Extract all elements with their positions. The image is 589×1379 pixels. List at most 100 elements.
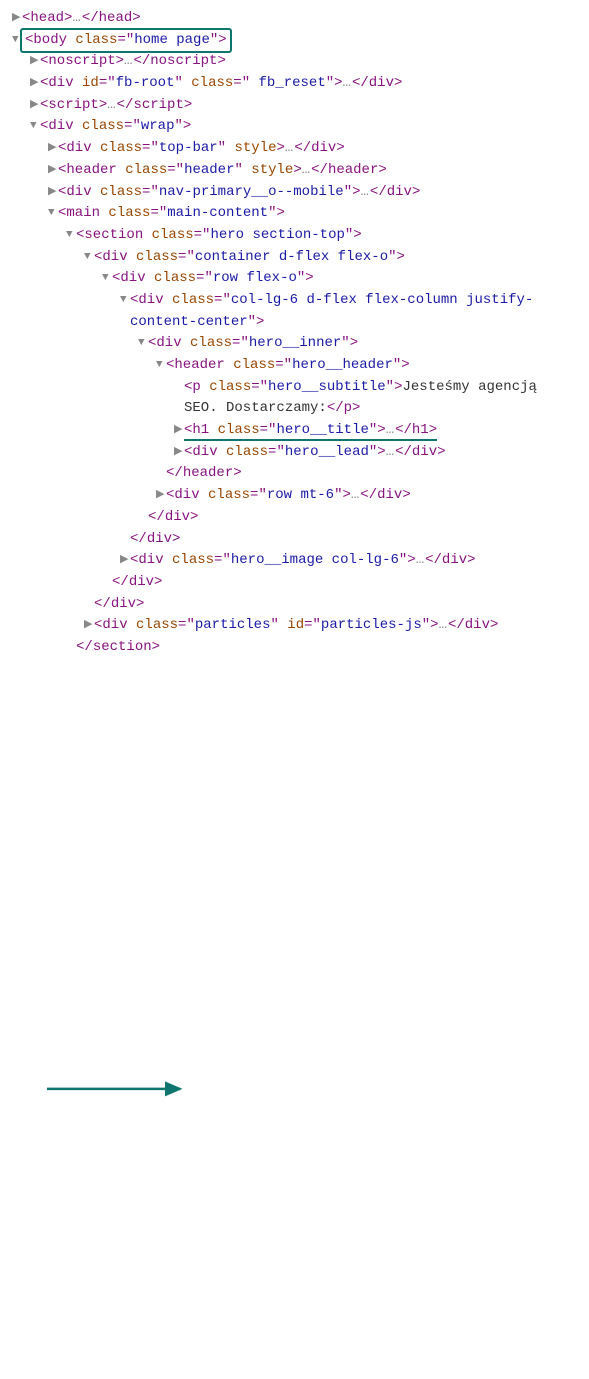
dom-node[interactable]: <div id="fb-root" class=" fb_reset">…</d…	[12, 73, 577, 95]
dom-node[interactable]: <div class="hero__image col-lg-6">…</div…	[12, 550, 577, 572]
attr-name: class	[190, 335, 232, 351]
expand-icon[interactable]	[174, 422, 184, 439]
tag-name: section	[84, 227, 143, 243]
dom-node[interactable]: <head>…</head>	[12, 8, 577, 30]
collapse-icon[interactable]	[120, 292, 130, 309]
dom-node[interactable]: <header class="header" style>…</header>	[12, 160, 577, 182]
attr-name: class	[209, 379, 251, 395]
expand-icon[interactable]	[174, 444, 184, 461]
dom-close-tag[interactable]: </div>	[12, 507, 577, 529]
dom-node[interactable]: <div class="top-bar" style>…</div>	[12, 138, 577, 160]
attr-name: class	[208, 487, 250, 503]
attr-value: hero section-top	[210, 227, 344, 243]
dom-node[interactable]: <div class="wrap">	[12, 116, 577, 138]
attr-value: particles-js	[321, 617, 422, 633]
collapse-icon[interactable]	[84, 249, 94, 266]
collapse-icon[interactable]	[66, 227, 76, 244]
tag-name: div	[120, 270, 145, 286]
attr-value: row mt-6	[267, 487, 334, 503]
dom-node[interactable]: <script>…</script>	[12, 95, 577, 117]
dom-node[interactable]: <div class="row mt-6">…</div>	[12, 485, 577, 507]
ellipsis: …	[386, 422, 395, 438]
attr-name: class	[136, 617, 178, 633]
ellipsis: …	[72, 10, 81, 26]
dom-node[interactable]: <div class="hero__inner">	[12, 333, 577, 355]
dom-node[interactable]: <noscript>…</noscript>	[12, 51, 577, 73]
attr-value: hero__subtitle	[268, 379, 386, 395]
tag-name: div	[192, 444, 217, 460]
expand-icon[interactable]	[120, 552, 130, 569]
dom-close-tag[interactable]: </div>	[12, 594, 577, 616]
tag-name: script	[48, 97, 98, 113]
tag-name: main	[66, 205, 100, 221]
attr-name: class	[218, 422, 260, 438]
attr-value: fb_reset	[250, 75, 326, 91]
attr-name: class	[154, 270, 196, 286]
expand-icon[interactable]	[30, 75, 40, 92]
tag-name: h1	[192, 422, 209, 438]
dom-node[interactable]: <body class="home page">	[12, 30, 577, 52]
collapse-icon[interactable]	[102, 270, 112, 287]
dom-node[interactable]: <div class="container d-flex flex-o">	[12, 247, 577, 269]
dom-close-tag[interactable]: </header>	[12, 463, 577, 485]
highlighted-h1: <h1 class="hero__title">…</h1>	[184, 422, 437, 441]
attr-name: class	[100, 184, 142, 200]
expand-icon[interactable]	[30, 53, 40, 70]
dom-node[interactable]: <h1 class="hero__title">…</h1>	[12, 420, 577, 442]
attr-value: header	[184, 162, 234, 178]
attr-value: nav-primary__o--mobile	[159, 184, 344, 200]
attr-value: hero__image col-lg-6	[231, 552, 399, 568]
attr-name: style	[251, 162, 293, 178]
attr-name: class	[82, 118, 124, 134]
tag-name: div	[48, 118, 73, 134]
collapse-icon[interactable]	[138, 335, 148, 352]
collapse-icon[interactable]	[156, 357, 166, 374]
dom-close-tag[interactable]: </div>	[12, 529, 577, 551]
attr-value: top-bar	[159, 140, 218, 156]
expand-icon[interactable]	[84, 617, 94, 634]
dom-node[interactable]: <section class="hero section-top">	[12, 225, 577, 247]
attr-value: hero__inner	[249, 335, 341, 351]
tag-name: div	[156, 335, 181, 351]
dom-node[interactable]: <main class="main-content">	[12, 203, 577, 225]
tag-name: div	[102, 617, 127, 633]
attr-value: row flex-o	[213, 270, 297, 286]
attr-name: id	[82, 75, 99, 91]
attr-name: class	[125, 162, 167, 178]
dom-tree-viewer: <head>…</head><body class="home page"><n…	[12, 8, 577, 659]
attr-name: class	[226, 444, 268, 460]
ellipsis: …	[302, 162, 311, 178]
dom-close-tag[interactable]: </div>	[12, 572, 577, 594]
collapse-icon[interactable]	[12, 32, 22, 49]
attr-name: class	[233, 357, 275, 373]
tag-name: div	[102, 249, 127, 265]
dom-close-tag[interactable]: </section>	[12, 637, 577, 659]
collapse-icon[interactable]	[48, 205, 58, 222]
dom-node[interactable]: <div class="particles" id="particles-js"…	[12, 615, 577, 637]
attr-name: class	[108, 205, 150, 221]
expand-icon[interactable]	[156, 487, 166, 504]
attr-value: hero__header	[292, 357, 393, 373]
attr-name: id	[287, 617, 304, 633]
tag-name: div	[66, 140, 91, 156]
tag-name: div	[48, 75, 73, 91]
expand-icon[interactable]	[48, 140, 58, 157]
expand-icon[interactable]	[30, 97, 40, 114]
collapse-icon[interactable]	[30, 118, 40, 135]
dom-node[interactable]: <div class="nav-primary__o--mobile">…</d…	[12, 182, 577, 204]
tag-name: p	[192, 379, 200, 395]
ellipsis: …	[107, 97, 116, 113]
dom-node[interactable]: <p class="hero__subtitle">Jesteśmy agenc…	[12, 377, 577, 420]
expand-icon[interactable]	[48, 162, 58, 179]
attr-value: particles	[195, 617, 271, 633]
dom-node[interactable]: <div class="col-lg-6 d-flex flex-column …	[12, 290, 577, 333]
expand-icon[interactable]	[48, 184, 58, 201]
tag-name: div	[174, 487, 199, 503]
expand-icon[interactable]	[12, 10, 22, 27]
attr-value: wrap	[141, 118, 175, 134]
dom-node[interactable]: <header class="hero__header">	[12, 355, 577, 377]
dom-node[interactable]: <div class="row flex-o">	[12, 268, 577, 290]
highlighted-body-tag: <body class="home page">	[22, 30, 230, 52]
ellipsis: …	[343, 75, 352, 91]
dom-node[interactable]: <div class="hero__lead">…</div>	[12, 442, 577, 464]
